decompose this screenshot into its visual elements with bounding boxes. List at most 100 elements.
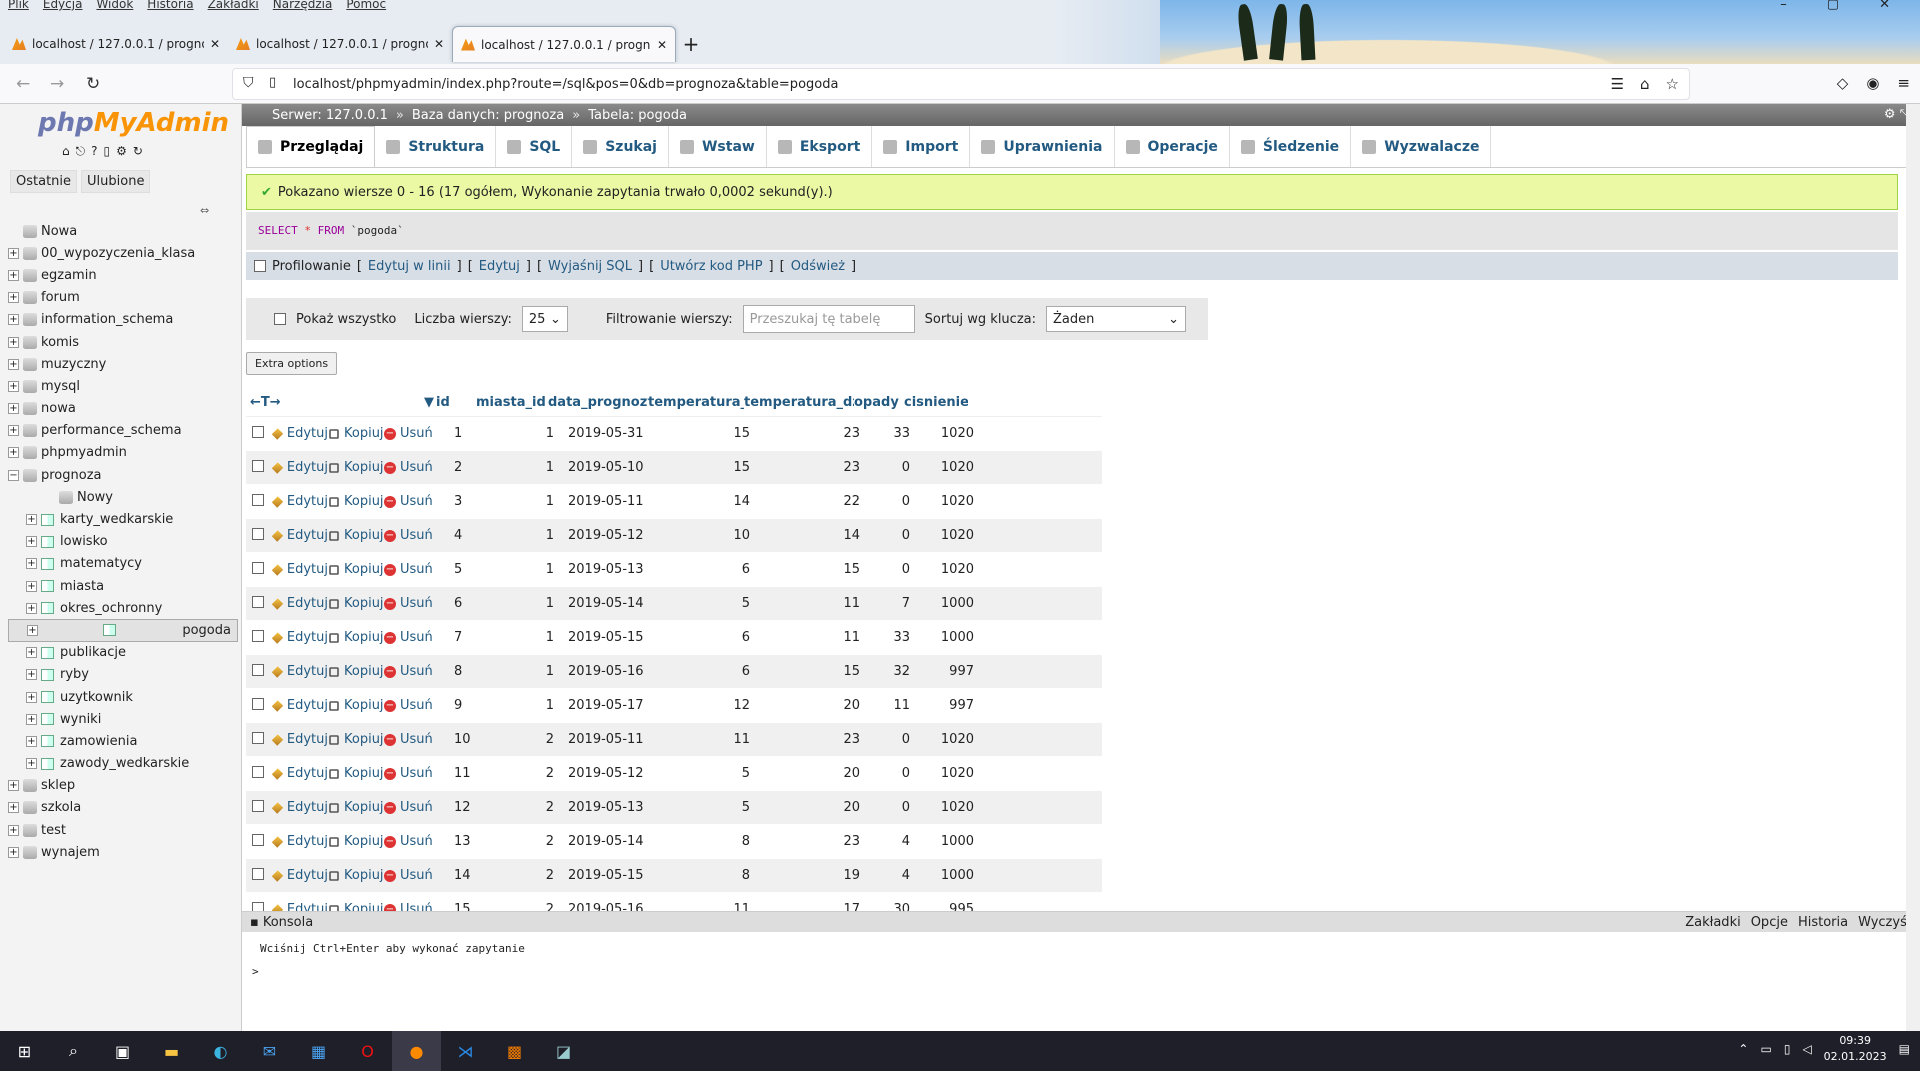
row-checkbox[interactable] [252,561,264,574]
tree-item[interactable]: + komis [8,331,238,353]
tree-item[interactable]: + nowa [8,398,238,420]
search-icon[interactable]: ⌕ [49,1031,98,1071]
minimize-icon[interactable]: – [1780,0,1787,11]
browser-tab[interactable]: localhost / 127.0.0.1 / prognoza ✕ [228,26,452,62]
copy-link[interactable]: Kopiuj [328,494,384,509]
edit-link[interactable]: Edytuj [272,460,328,475]
column-header[interactable]: data_prognozy [548,395,648,410]
delete-link[interactable]: − Usuń [384,834,436,849]
row-checkbox[interactable] [252,731,264,744]
vscode-icon[interactable]: ⋊ [441,1031,490,1071]
edit-link[interactable]: Edytuj [272,664,328,679]
menu-item[interactable]: Widok [96,0,133,10]
expand-icon[interactable]: + [8,780,19,792]
tab-3[interactable]: Szukaj [572,126,669,167]
copy-link[interactable]: Kopiuj [328,528,384,543]
row-checkbox[interactable] [252,765,264,778]
notification-icon[interactable]: ▤ [1899,1042,1910,1056]
copy-link[interactable]: Kopiuj [328,664,384,679]
tree-item[interactable]: + pogoda [8,619,238,642]
tray-chevron-icon[interactable]: ⌃ [1738,1042,1748,1056]
row-checkbox[interactable] [252,833,264,846]
new-tab-icon[interactable]: + [676,26,706,62]
edit-link[interactable]: Edytuj [272,494,328,509]
pocket-icon[interactable]: ◇ [1837,74,1849,92]
extensions-icon[interactable]: ≡ [1897,74,1910,92]
sort-select[interactable]: Żaden ⌄ [1046,306,1186,332]
volume-icon[interactable]: ◁ [1802,1042,1811,1056]
expand-icon[interactable]: + [8,269,19,281]
tree-item[interactable]: + okres_ochronny [8,597,238,619]
logout-icon[interactable]: ⎋ [76,144,86,159]
expand-icon[interactable]: + [26,514,37,526]
edge-icon[interactable]: ◐ [196,1031,245,1071]
expand-icon[interactable]: + [8,846,19,858]
expand-icon[interactable]: + [26,691,37,703]
filter-input[interactable]: Przeszukaj tę tabelę [742,305,915,333]
tree-item[interactable]: + uzytkownik [8,686,238,708]
delete-link[interactable]: − Usuń [384,596,436,611]
tree-item[interactable]: − prognoza [8,464,238,486]
help-icon[interactable]: ? [91,144,97,159]
tree-item[interactable]: + ryby [8,664,238,686]
tab-9[interactable]: Śledzenie [1230,126,1352,167]
tree-item[interactable]: +00_wypozyczenia_klasa [8,242,238,264]
nav-tab[interactable]: Ulubione [81,170,151,193]
settings-icon[interactable]: ⚙ [116,144,127,159]
expand-icon[interactable]: + [26,647,37,659]
forward-icon[interactable]: → [50,74,64,94]
expand-icon[interactable]: + [8,336,19,348]
tree-item[interactable]: + performance_schema [8,420,238,442]
row-checkbox[interactable] [252,697,264,710]
copy-link[interactable]: Kopiuj [328,868,384,883]
windows-start-icon[interactable]: ⊞ [0,1031,49,1071]
tree-item[interactable]: + mysql [8,375,238,397]
expand-icon[interactable]: − [8,469,19,481]
expand-icon[interactable]: + [8,403,19,415]
battery-icon[interactable]: ▯ [1784,1042,1791,1056]
close-tab-icon[interactable]: ✕ [210,37,220,51]
menu-item[interactable]: Edycja [43,0,83,10]
docs-icon[interactable]: ▯ [104,144,111,159]
server-crumb[interactable]: Serwer: 127.0.0.1 [272,108,388,123]
edit-link[interactable]: Edytuj [272,426,328,441]
tree-item[interactable]: + zawody_wedkarskie [8,753,238,775]
expand-icon[interactable]: + [8,314,19,326]
edit-link[interactable]: Edytuj [272,698,328,713]
console-input[interactable]: > [242,965,1920,978]
expand-icon[interactable]: + [26,558,37,570]
copy-link[interactable]: Kopiuj [328,630,384,645]
tree-item[interactable]: Nowa [8,220,238,242]
delete-link[interactable]: − Usuń [384,426,436,441]
row-checkbox[interactable] [252,595,264,608]
expand-icon[interactable]: + [8,802,19,814]
edit-link[interactable]: Edytuj [272,834,328,849]
copy-link[interactable]: Kopiuj [328,562,384,577]
delete-link[interactable]: − Usuń [384,698,436,713]
console-action[interactable]: Zakładki [1685,915,1740,930]
bookmark-star-icon[interactable]: ☆ [1666,75,1679,93]
delete-link[interactable]: − Usuń [384,868,436,883]
column-header[interactable]: temperatura_noc [648,395,744,410]
tree-item[interactable]: + muzyczny [8,353,238,375]
tree-item[interactable]: + matematycy [8,553,238,575]
browser-tab[interactable]: localhost / 127.0.0.1 / prognoza ✕ [452,26,676,62]
menu-item[interactable]: Pomoc [346,0,386,10]
profiling-link[interactable]: Utwórz kod PHP [660,259,762,274]
xampp-icon[interactable]: ▩ [490,1031,539,1071]
row-checkbox[interactable] [252,459,264,472]
tree-item[interactable]: + szkola [8,797,238,819]
delete-link[interactable]: − Usuń [384,494,436,509]
copy-link[interactable]: Kopiuj [328,732,384,747]
expand-icon[interactable]: + [8,447,19,459]
tab-0[interactable]: Przeglądaj [246,126,376,167]
tree-item[interactable]: + forum [8,287,238,309]
row-checkbox[interactable] [252,493,264,506]
column-header[interactable]: temperatura_dzien [744,395,854,410]
show-all-checkbox[interactable] [274,313,286,325]
profiling-link[interactable]: Odśwież [791,259,845,274]
expand-icon[interactable]: + [26,580,37,592]
profiling-link[interactable]: Edytuj w linii [368,259,451,274]
edit-link[interactable]: Edytuj [272,562,328,577]
edit-link[interactable]: Edytuj [272,630,328,645]
